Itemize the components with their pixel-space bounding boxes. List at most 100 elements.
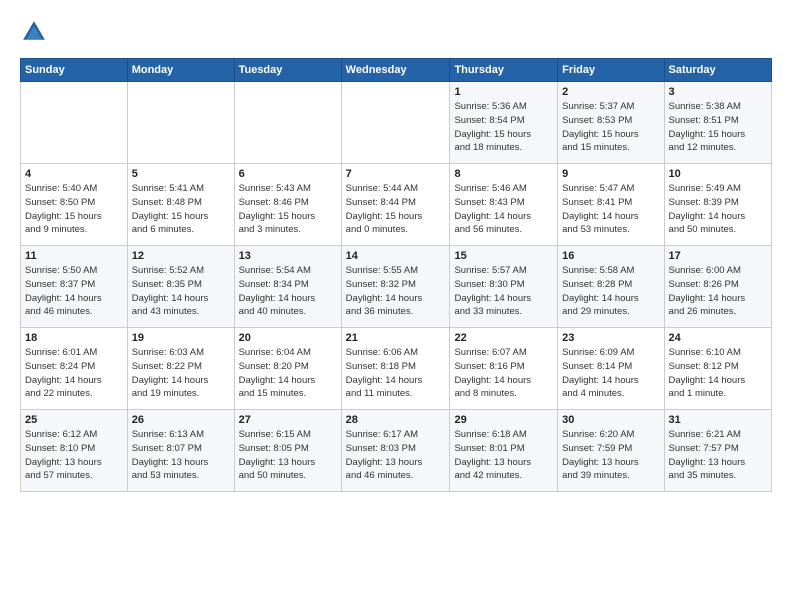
calendar-cell: 22Sunrise: 6:07 AM Sunset: 8:16 PM Dayli… — [450, 328, 558, 410]
calendar-cell — [341, 82, 450, 164]
calendar-cell: 24 Sunrise: 6:10 AM Sunset: 8:12 PM Dayli… — [664, 328, 771, 410]
day-info: Sunrise: 5:58 AM Sunset: 8:28 PM Dayligh… — [562, 264, 659, 319]
calendar-cell: 29 Sunrise: 6:18 AM Sunset: 8:01 PM Dayli… — [450, 410, 558, 492]
page: SundayMondayTuesdayWednesdayThursdayFrid… — [0, 0, 792, 502]
day-info: Sunrise: 6:10 AM Sunset: 8:12 PM Dayligh… — [669, 346, 767, 401]
calendar-cell: 25 Sunrise: 6:12 AM Sunset: 8:10 PM Dayli… — [21, 410, 128, 492]
calendar-week: 11Sunrise: 5:50 AM Sunset: 8:37 PM Dayli… — [21, 246, 772, 328]
calendar-header: SundayMondayTuesdayWednesdayThursdayFrid… — [21, 59, 772, 82]
day-info: Sunrise: 6:07 AM Sunset: 8:16 PM Dayligh… — [454, 346, 553, 401]
calendar-cell: 6 Sunrise: 5:43 AM Sunset: 8:46 PM Daylig… — [234, 164, 341, 246]
day-number: 6 — [239, 168, 337, 180]
day-info: Sunrise: 6:17 AM Sunset: 8:03 PM Dayligh… — [346, 428, 446, 483]
day-info: Sunrise: 5:43 AM Sunset: 8:46 PM Dayligh… — [239, 182, 337, 237]
calendar-cell: 5 Sunrise: 5:41 AM Sunset: 8:48 PM Daylig… — [127, 164, 234, 246]
day-info: Sunrise: 5:44 AM Sunset: 8:44 PM Dayligh… — [346, 182, 446, 237]
day-number: 29 — [454, 414, 553, 426]
calendar-week: 25 Sunrise: 6:12 AM Sunset: 8:10 PM Dayli… — [21, 410, 772, 492]
day-number: 17 — [669, 250, 767, 262]
day-number: 10 — [669, 168, 767, 180]
calendar-cell: 3 Sunrise: 5:38 AM Sunset: 8:51 PM Daylig… — [664, 82, 771, 164]
day-number: 9 — [562, 168, 659, 180]
day-number: 3 — [669, 86, 767, 98]
calendar-cell: 16 Sunrise: 5:58 AM Sunset: 8:28 PM Dayli… — [558, 246, 664, 328]
day-info: Sunrise: 6:15 AM Sunset: 8:05 PM Dayligh… — [239, 428, 337, 483]
day-info: Sunrise: 6:20 AM Sunset: 7:59 PM Dayligh… — [562, 428, 659, 483]
weekday-header: Friday — [558, 59, 664, 82]
day-info: Sunrise: 5:46 AM Sunset: 8:43 PM Dayligh… — [454, 182, 553, 237]
calendar-cell — [127, 82, 234, 164]
day-info: Sunrise: 5:37 AM Sunset: 8:53 PM Dayligh… — [562, 100, 659, 155]
day-info: Sunrise: 5:54 AM Sunset: 8:34 PM Dayligh… — [239, 264, 337, 319]
day-info: Sunrise: 5:40 AM Sunset: 8:50 PM Dayligh… — [25, 182, 123, 237]
calendar-week: 4 Sunrise: 5:40 AM Sunset: 8:50 PM Daylig… — [21, 164, 772, 246]
day-number: 16 — [562, 250, 659, 262]
calendar-cell: 12 Sunrise: 5:52 AM Sunset: 8:35 PM Dayli… — [127, 246, 234, 328]
day-number: 26 — [132, 414, 230, 426]
day-number: 2 — [562, 86, 659, 98]
day-number: 27 — [239, 414, 337, 426]
day-number: 14 — [346, 250, 446, 262]
day-number: 18 — [25, 332, 123, 344]
calendar-cell: 10 Sunrise: 5:49 AM Sunset: 8:39 PM Dayli… — [664, 164, 771, 246]
day-number: 8 — [454, 168, 553, 180]
day-info: Sunrise: 5:36 AM Sunset: 8:54 PM Dayligh… — [454, 100, 553, 155]
calendar-cell: 20 Sunrise: 6:04 AM Sunset: 8:20 PM Dayli… — [234, 328, 341, 410]
day-info: Sunrise: 6:00 AM Sunset: 8:26 PM Dayligh… — [669, 264, 767, 319]
day-number: 12 — [132, 250, 230, 262]
weekday-header: Tuesday — [234, 59, 341, 82]
day-info: Sunrise: 6:01 AM Sunset: 8:24 PM Dayligh… — [25, 346, 123, 401]
day-info: Sunrise: 5:38 AM Sunset: 8:51 PM Dayligh… — [669, 100, 767, 155]
calendar-cell: 1 Sunrise: 5:36 AM Sunset: 8:54 PM Daylig… — [450, 82, 558, 164]
calendar: SundayMondayTuesdayWednesdayThursdayFrid… — [20, 58, 772, 492]
day-info: Sunrise: 6:13 AM Sunset: 8:07 PM Dayligh… — [132, 428, 230, 483]
day-info: Sunrise: 6:03 AM Sunset: 8:22 PM Dayligh… — [132, 346, 230, 401]
day-number: 20 — [239, 332, 337, 344]
calendar-cell: 11Sunrise: 5:50 AM Sunset: 8:37 PM Dayli… — [21, 246, 128, 328]
logo-icon — [20, 18, 48, 46]
day-info: Sunrise: 6:09 AM Sunset: 8:14 PM Dayligh… — [562, 346, 659, 401]
day-info: Sunrise: 5:47 AM Sunset: 8:41 PM Dayligh… — [562, 182, 659, 237]
day-info: Sunrise: 6:04 AM Sunset: 8:20 PM Dayligh… — [239, 346, 337, 401]
day-number: 28 — [346, 414, 446, 426]
day-info: Sunrise: 6:06 AM Sunset: 8:18 PM Dayligh… — [346, 346, 446, 401]
day-info: Sunrise: 5:41 AM Sunset: 8:48 PM Dayligh… — [132, 182, 230, 237]
day-number: 11 — [25, 250, 123, 262]
day-info: Sunrise: 5:55 AM Sunset: 8:32 PM Dayligh… — [346, 264, 446, 319]
calendar-cell: 26 Sunrise: 6:13 AM Sunset: 8:07 PM Dayli… — [127, 410, 234, 492]
day-number: 31 — [669, 414, 767, 426]
weekday-header: Saturday — [664, 59, 771, 82]
day-number: 21 — [346, 332, 446, 344]
calendar-cell: 19Sunrise: 6:03 AM Sunset: 8:22 PM Dayli… — [127, 328, 234, 410]
calendar-cell: 17 Sunrise: 6:00 AM Sunset: 8:26 PM Dayli… — [664, 246, 771, 328]
calendar-cell: 7 Sunrise: 5:44 AM Sunset: 8:44 PM Daylig… — [341, 164, 450, 246]
calendar-cell: 15Sunrise: 5:57 AM Sunset: 8:30 PM Dayli… — [450, 246, 558, 328]
calendar-cell: 8 Sunrise: 5:46 AM Sunset: 8:43 PM Daylig… — [450, 164, 558, 246]
day-number: 13 — [239, 250, 337, 262]
day-info: Sunrise: 5:52 AM Sunset: 8:35 PM Dayligh… — [132, 264, 230, 319]
calendar-body: 1 Sunrise: 5:36 AM Sunset: 8:54 PM Daylig… — [21, 82, 772, 492]
day-number: 15 — [454, 250, 553, 262]
calendar-cell: 18 Sunrise: 6:01 AM Sunset: 8:24 PM Dayli… — [21, 328, 128, 410]
calendar-cell: 30Sunrise: 6:20 AM Sunset: 7:59 PM Dayli… — [558, 410, 664, 492]
calendar-cell: 13 Sunrise: 5:54 AM Sunset: 8:34 PM Dayli… — [234, 246, 341, 328]
weekday-header: Monday — [127, 59, 234, 82]
header — [20, 18, 772, 46]
day-number: 24 — [669, 332, 767, 344]
day-number: 7 — [346, 168, 446, 180]
calendar-cell: 21 Sunrise: 6:06 AM Sunset: 8:18 PM Dayli… — [341, 328, 450, 410]
day-number: 5 — [132, 168, 230, 180]
weekday-row: SundayMondayTuesdayWednesdayThursdayFrid… — [21, 59, 772, 82]
calendar-cell — [21, 82, 128, 164]
day-number: 25 — [25, 414, 123, 426]
day-info: Sunrise: 5:49 AM Sunset: 8:39 PM Dayligh… — [669, 182, 767, 237]
calendar-cell: 14 Sunrise: 5:55 AM Sunset: 8:32 PM Dayli… — [341, 246, 450, 328]
day-number: 4 — [25, 168, 123, 180]
day-info: Sunrise: 6:12 AM Sunset: 8:10 PM Dayligh… — [25, 428, 123, 483]
day-info: Sunrise: 6:18 AM Sunset: 8:01 PM Dayligh… — [454, 428, 553, 483]
day-number: 23 — [562, 332, 659, 344]
calendar-cell: 4 Sunrise: 5:40 AM Sunset: 8:50 PM Daylig… — [21, 164, 128, 246]
calendar-week: 18 Sunrise: 6:01 AM Sunset: 8:24 PM Dayli… — [21, 328, 772, 410]
day-number: 1 — [454, 86, 553, 98]
calendar-cell: 28 Sunrise: 6:17 AM Sunset: 8:03 PM Dayli… — [341, 410, 450, 492]
